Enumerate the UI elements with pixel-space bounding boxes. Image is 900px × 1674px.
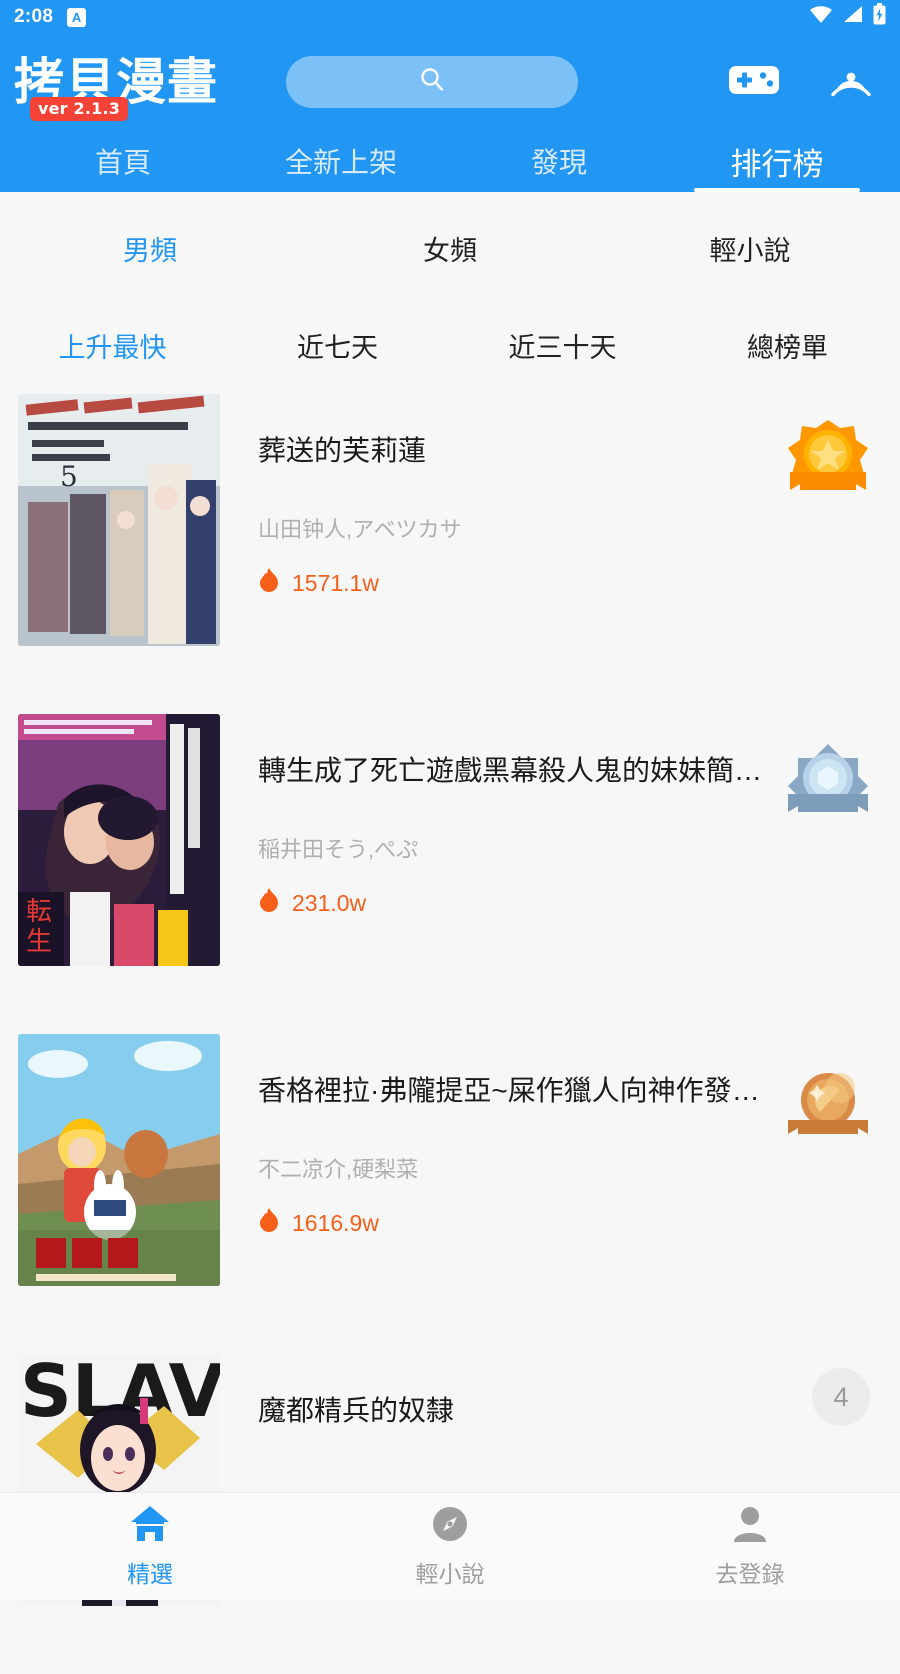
heat-value: 1616.9w (292, 1210, 379, 1237)
fire-icon (258, 568, 280, 600)
nav-item-lightnovel[interactable]: 輕小說 (300, 1504, 600, 1589)
filter-period-fastest-rising[interactable]: 上升最快 (0, 326, 225, 365)
compass-icon (430, 1504, 470, 1549)
comic-author: 山田钟人,アベツカサ (258, 512, 778, 544)
period-filter-row: 上升最快 近七天 近三十天 總榜單 (0, 296, 900, 394)
nav-item-featured[interactable]: 精選 (0, 1504, 300, 1589)
item-info: 魔都精兵的奴隸 (220, 1354, 882, 1430)
header-action-icons (728, 55, 886, 110)
filter-section: 男頻 女頻 輕小說 上升最快 近七天 近三十天 總榜單 (0, 192, 900, 394)
person-icon (730, 1504, 770, 1549)
header-top-row: 拷貝漫畫 ver 2.1.3 (14, 34, 886, 130)
svg-text:転: 転 (26, 897, 52, 927)
filter-period-7days[interactable]: 近七天 (225, 326, 450, 365)
fire-icon (258, 888, 280, 920)
bottom-navigation: 精選 輕小說 去登錄 (0, 1492, 900, 1600)
filter-period-30days[interactable]: 近三十天 (450, 326, 675, 365)
ranking-list: 5 葬送的芙莉蓮 山田钟人,アベツカサ 1571.1w (0, 394, 900, 1674)
comic-title[interactable]: 香格裡拉·弗隴提亞~屎作獵人向神作發起挑戰~ (258, 1072, 778, 1110)
nav-label-lightnovel: 輕小說 (416, 1555, 485, 1589)
status-bar-left: 2:08 A (14, 6, 86, 28)
status-bar-right (809, 3, 886, 31)
heat-value: 231.0w (292, 890, 366, 917)
cover-image[interactable] (18, 1034, 220, 1286)
silver-medal-icon (780, 736, 876, 816)
gamepad-icon[interactable] (728, 61, 780, 104)
battery-charging-icon (873, 3, 886, 31)
search-icon (416, 64, 448, 101)
tab-ranking[interactable]: 排行榜 (668, 130, 886, 192)
table-row[interactable]: 5 葬送的芙莉蓮 山田钟人,アベツカサ 1571.1w (0, 394, 900, 714)
filter-audience-lightnovel[interactable]: 輕小說 (600, 229, 900, 268)
audience-filter-row: 男頻 女頻 輕小說 (0, 200, 900, 296)
table-row[interactable]: 転 生 轉生成了死亡遊戲黑幕殺人鬼的妹妹簡直大失敗 稲井田そう,ぺぷ (0, 714, 900, 1034)
heat-stat: 1571.1w (258, 568, 882, 600)
home-icon (128, 1504, 172, 1549)
app-header: 拷貝漫畫 ver 2.1.3 (0, 34, 900, 192)
comic-title[interactable]: 葬送的芙莉蓮 (258, 432, 778, 470)
status-bar: 2:08 A (0, 0, 900, 34)
main-tabs: 首頁 全新上架 發現 排行榜 (14, 130, 886, 192)
tab-discover[interactable]: 發現 (450, 130, 668, 192)
rank-number-badge: 4 (812, 1368, 870, 1426)
radar-icon[interactable] (826, 55, 876, 110)
svg-text:生: 生 (26, 927, 52, 957)
search-input[interactable] (286, 56, 578, 108)
comic-title[interactable]: 轉生成了死亡遊戲黑幕殺人鬼的妹妹簡直大失敗 (258, 752, 778, 790)
version-badge: ver 2.1.3 (30, 97, 128, 121)
nav-label-featured: 精選 (127, 1555, 173, 1589)
app-brand: 拷貝漫畫 ver 2.1.3 (14, 57, 282, 107)
svg-text:5: 5 (60, 460, 78, 493)
comic-title[interactable]: 魔都精兵的奴隸 (258, 1392, 778, 1430)
nav-label-login: 去登錄 (716, 1555, 785, 1589)
filter-audience-male[interactable]: 男頻 (0, 229, 300, 268)
bronze-medal-icon (780, 1056, 876, 1136)
status-bar-clock: 2:08 (14, 6, 53, 28)
fire-icon (258, 1208, 280, 1240)
tab-home[interactable]: 首頁 (14, 130, 232, 192)
heat-stat: 231.0w (258, 888, 882, 920)
comic-author: 稲井田そう,ぺぷ (258, 832, 778, 864)
gold-medal-icon (780, 416, 876, 496)
filter-period-all-time[interactable]: 總榜單 (675, 326, 900, 365)
heat-value: 1571.1w (292, 570, 379, 597)
tab-new-releases[interactable]: 全新上架 (232, 130, 450, 192)
cover-image[interactable]: 5 (18, 394, 220, 646)
app-notification-icon: A (67, 8, 86, 27)
heat-stat: 1616.9w (258, 1208, 882, 1240)
wifi-icon (809, 4, 833, 30)
filter-audience-female[interactable]: 女頻 (300, 229, 600, 268)
signal-icon (842, 4, 864, 30)
comic-author: 不二凉介,硬梨菜 (258, 1152, 778, 1184)
table-row[interactable]: 香格裡拉·弗隴提亞~屎作獵人向神作發起挑戰~ 不二凉介,硬梨菜 1616.9w (0, 1034, 900, 1354)
cover-image[interactable]: 転 生 (18, 714, 220, 966)
nav-item-login[interactable]: 去登錄 (600, 1504, 900, 1589)
